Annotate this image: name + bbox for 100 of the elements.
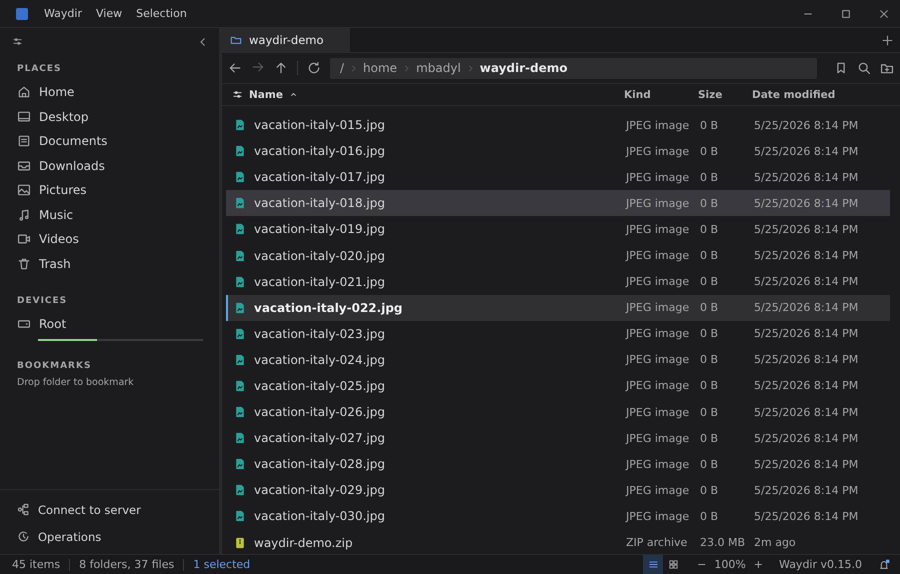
- column-header[interactable]: Name: [249, 88, 283, 100]
- file-row[interactable]: vacation-italy-029.jpg JPEG image 0 B 5/25/2026 8:14 PM: [226, 477, 890, 504]
- sidebar-item[interactable]: Operations: [17, 523, 203, 550]
- file-row[interactable]: vacation-italy-027.jpg JPEG image 0 B 5/25/2026 8:14 PM: [226, 425, 890, 452]
- up-icon: [274, 61, 288, 75]
- file-row[interactable]: vacation-italy-019.jpg JPEG image 0 B 5/25/2026 8:14 PM: [226, 216, 890, 242]
- sidebar-item[interactable]: Pictures: [17, 178, 203, 202]
- table-cell-text: 5/25/2026 8:14 PM: [754, 249, 860, 262]
- table-cell-text: 5/25/2026 8:14 PM: [754, 379, 860, 392]
- file-row[interactable]: waydir-demo.zip ZIP archive 23.0 MB 2m ago: [226, 530, 890, 554]
- table-cell-text: 5/25/2026 8:14 PM: [754, 170, 860, 184]
- file-name: vacation-italy-017.jpg: [254, 170, 385, 184]
- file-name: vacation-italy-029.jpg: [254, 483, 385, 498]
- file-row[interactable]: vacation-italy-030.jpg JPEG image 0 B 5/25/2026 8:14 PM: [226, 503, 890, 530]
- breadcrumb-item[interactable]: /: [340, 61, 344, 75]
- breadcrumb-item[interactable]: waydir-demo: [480, 61, 568, 75]
- monitor-icon: [17, 110, 31, 124]
- file-row[interactable]: vacation-italy-024.jpg JPEG image 0 B 5/25/2026 8:14 PM: [226, 346, 890, 373]
- bell-icon: [878, 558, 890, 570]
- tab[interactable]: waydir-demo: [222, 28, 350, 52]
- view-mode-button[interactable]: [643, 555, 664, 574]
- table-cell-text: 0 B: [700, 301, 720, 314]
- network-icon: [17, 503, 30, 516]
- table-cell-text: 5/25/2026 8:14 PM: [754, 458, 860, 471]
- table-cell-text: JPEG image: [626, 510, 690, 523]
- table-cell-text: 0 B: [700, 406, 720, 419]
- file-row[interactable]: vacation-italy-018.jpg JPEG image 0 B 5/25/2026 8:14 PM: [226, 190, 890, 216]
- section-heading: BOOKMARKS: [17, 360, 92, 370]
- home-icon: [17, 85, 31, 100]
- forward-icon: [251, 60, 265, 74]
- file-name: vacation-italy-027.jpg: [254, 431, 385, 446]
- menu-item[interactable]: Waydir: [44, 5, 82, 22]
- zoom-in-button[interactable]: +: [754, 558, 764, 571]
- path-bar[interactable]: / home mbadyl waydir-demo: [330, 58, 817, 78]
- grid-icon: [668, 559, 679, 570]
- breadcrumb-item[interactable]: mbadyl: [416, 61, 461, 75]
- sidebar-item[interactable]: Connect to server: [17, 496, 203, 523]
- file-row[interactable]: vacation-italy-020.jpg JPEG image 0 B 5/25/2026 8:14 PM: [226, 242, 890, 269]
- file-name: vacation-italy-020.jpg: [254, 248, 385, 263]
- trash-icon: [17, 256, 31, 271]
- item-count: 8 folders, 37 files: [79, 558, 174, 571]
- table-cell-text: JPEG image: [626, 222, 690, 236]
- table-cell-text: JPEG image: [626, 170, 690, 184]
- table-cell-text: JPEG image: [626, 406, 690, 419]
- zoom-out-button[interactable]: −: [697, 558, 706, 571]
- file-row[interactable]: vacation-italy-015.jpg JPEG image 0 B 5/25/2026 8:14 PM: [226, 112, 890, 138]
- menu-item[interactable]: View: [96, 5, 122, 22]
- file-row[interactable]: vacation-italy-016.jpg JPEG image 0 B 5/25/2026 8:14 PM: [226, 138, 890, 164]
- sidebar-item[interactable]: Documents: [17, 129, 203, 154]
- table-cell-text: 0 B: [700, 118, 720, 132]
- image-file-icon: [234, 380, 246, 392]
- sidebar-item[interactable]: Videos: [17, 227, 203, 252]
- file-row[interactable]: vacation-italy-021.jpg JPEG image 0 B 5/25/2026 8:14 PM: [226, 268, 890, 295]
- breadcrumb-item[interactable]: home: [363, 61, 398, 75]
- sidebar-item[interactable]: Music: [17, 202, 203, 227]
- image-file-icon: [234, 458, 246, 470]
- file-name: vacation-italy-024.jpg: [254, 352, 385, 367]
- table-cell-text: 5/25/2026 8:14 PM: [754, 406, 860, 419]
- section-heading: DEVICES: [17, 296, 68, 306]
- column-header[interactable]: Date modified: [752, 88, 836, 100]
- list-icon: [648, 559, 659, 570]
- file-row[interactable]: vacation-italy-022.jpg JPEG image 0 B 5/25/2026 8:14 PM: [226, 294, 890, 321]
- table-cell-text: JPEG image: [626, 327, 690, 340]
- sidebar-item[interactable]: Root: [17, 312, 203, 336]
- file-row[interactable]: vacation-italy-025.jpg JPEG image 0 B 5/25/2026 8:14 PM: [226, 372, 890, 400]
- file-row[interactable]: vacation-italy-026.jpg JPEG image 0 B 5/25/2026 8:14 PM: [226, 399, 890, 426]
- table-cell-text: 5/25/2026 8:14 PM: [754, 301, 860, 314]
- table-cell-text: JPEG image: [626, 301, 690, 314]
- image-file-icon: [234, 250, 246, 262]
- sliders-icon: [12, 36, 23, 47]
- image-file-icon: [234, 119, 246, 132]
- table-cell-text: JPEG image: [626, 458, 690, 471]
- menu-item[interactable]: Selection: [136, 5, 187, 22]
- picture-icon: [17, 183, 31, 198]
- image-file-icon: [234, 328, 246, 340]
- sidebar-item[interactable]: Desktop: [17, 104, 203, 129]
- table-cell-text: JPEG image: [626, 353, 690, 366]
- bookmark-hint: Drop folder to bookmark: [17, 376, 135, 388]
- sidebar-item[interactable]: Home: [17, 80, 203, 104]
- table-cell-text: 5/25/2026 8:14 PM: [754, 118, 860, 132]
- table-cell-text: 0 B: [700, 196, 720, 210]
- file-name: vacation-italy-022.jpg: [254, 300, 403, 315]
- table-cell-text: 23.0 MB: [700, 536, 746, 550]
- file-name: vacation-italy-025.jpg: [254, 378, 385, 393]
- video-camera-icon: [17, 232, 31, 246]
- file-row[interactable]: vacation-italy-017.jpg JPEG image 0 B 5/25/2026 8:14 PM: [226, 164, 890, 190]
- table-cell-text: 2m ago: [754, 536, 797, 550]
- column-header[interactable]: Size: [698, 88, 722, 100]
- archive-icon: [234, 536, 246, 549]
- sort-ascending-icon: [288, 90, 298, 99]
- table-cell-text: JPEG image: [626, 484, 690, 497]
- table-cell-text: 0 B: [700, 458, 720, 471]
- table-cell-text: 0 B: [700, 222, 720, 236]
- sidebar-item[interactable]: Trash: [17, 252, 203, 276]
- column-header[interactable]: Kind: [624, 88, 651, 100]
- sidebar-item[interactable]: Downloads: [17, 154, 203, 178]
- file-row[interactable]: vacation-italy-023.jpg JPEG image 0 B 5/25/2026 8:14 PM: [226, 320, 890, 347]
- file-row[interactable]: vacation-italy-028.jpg JPEG image 0 B 5/25/2026 8:14 PM: [226, 451, 890, 478]
- image-file-icon: [234, 406, 246, 418]
- table-cell-text: 0 B: [700, 379, 720, 392]
